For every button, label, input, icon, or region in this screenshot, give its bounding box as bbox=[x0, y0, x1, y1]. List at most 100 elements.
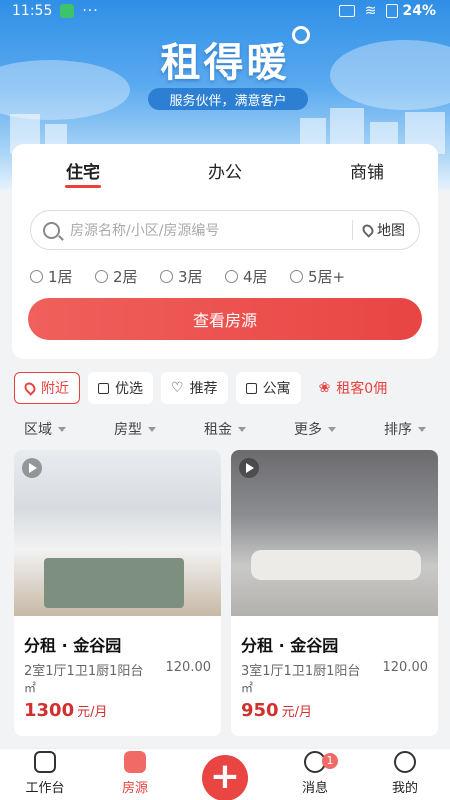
radio-icon bbox=[290, 270, 303, 283]
money-bag-icon: ❀ bbox=[318, 380, 331, 396]
chip-label: 附近 bbox=[41, 381, 69, 397]
listing-spec: 3室1厅1卫1厨1阳台 120.00 bbox=[241, 660, 428, 679]
nav-add: + bbox=[180, 749, 270, 800]
smiley-profile-icon bbox=[394, 751, 416, 773]
search-card: 住宅 办公 商铺 房源名称/小区/房源编号 地图 1居 2居 3居 4居 5居+… bbox=[12, 144, 438, 359]
status-time: 11:55 bbox=[12, 3, 53, 19]
nav-label: 消息 bbox=[301, 781, 328, 796]
room-option-2[interactable]: 2居 bbox=[95, 266, 160, 287]
caret-down-icon bbox=[418, 426, 426, 432]
room-option-1[interactable]: 1居 bbox=[30, 266, 95, 287]
listing-price: 1300 元/月 bbox=[24, 700, 108, 721]
listing-card[interactable]: 分租 · 金谷园 3室1厅1卫1厨1阳台 120.00 ㎡ 950 元/月 bbox=[231, 450, 438, 736]
filter-label: 更多 bbox=[294, 422, 322, 438]
room-option-label: 2居 bbox=[113, 268, 138, 286]
chip-label: 推荐 bbox=[189, 381, 218, 397]
filter-sort[interactable]: 排序 bbox=[360, 414, 450, 444]
room-option-label: 3居 bbox=[178, 268, 203, 286]
caret-down-icon bbox=[58, 426, 66, 432]
chip-nearby[interactable]: 附近 bbox=[14, 372, 80, 404]
filter-label: 排序 bbox=[384, 422, 412, 438]
tab-residential[interactable]: 住宅 bbox=[12, 144, 154, 190]
room-option-5plus[interactable]: 5居+ bbox=[290, 266, 355, 287]
map-label: 地图 bbox=[377, 223, 405, 239]
room-option-label: 4居 bbox=[243, 268, 268, 286]
listing-photo[interactable] bbox=[14, 450, 221, 616]
bottom-navigation: 工作台 房源 + 1 消息 我的 bbox=[0, 748, 450, 800]
search-bar[interactable]: 房源名称/小区/房源编号 地图 bbox=[30, 210, 420, 250]
radio-icon bbox=[160, 270, 173, 283]
listing-layout: 3室1厅1卫1厨1阳台 bbox=[241, 664, 361, 679]
sofa-illustration bbox=[251, 550, 421, 580]
map-button[interactable]: 地图 bbox=[360, 220, 405, 240]
quick-filter-chips: 附近 优选 ♡ 推荐 公寓 ❀ 租客0佣 bbox=[14, 371, 440, 405]
chip-recommended[interactable]: ♡ 推荐 bbox=[161, 372, 228, 404]
caret-down-icon bbox=[328, 426, 336, 432]
nav-profile[interactable]: 我的 bbox=[360, 749, 450, 800]
app-logo-title: 租得暖 bbox=[160, 40, 290, 86]
nav-listings[interactable]: 房源 bbox=[90, 749, 180, 800]
search-input[interactable]: 房源名称/小区/房源编号 bbox=[70, 220, 352, 240]
listing-photo[interactable] bbox=[231, 450, 438, 616]
property-type-tabs: 住宅 办公 商铺 bbox=[12, 144, 438, 190]
listing-area-unit: ㎡ bbox=[241, 681, 254, 695]
filter-rent[interactable]: 租金 bbox=[180, 414, 270, 444]
listing-title: 分租 · 金谷园 bbox=[241, 636, 339, 655]
room-option-label: 1居 bbox=[48, 268, 73, 286]
room-option-label: 5居+ bbox=[308, 268, 346, 286]
caret-down-icon bbox=[148, 426, 156, 432]
play-video-icon[interactable] bbox=[22, 458, 42, 478]
house-listing-icon bbox=[124, 751, 146, 773]
sun-icon bbox=[292, 26, 310, 44]
heart-icon: ♡ bbox=[171, 380, 184, 396]
battery-level: 24% bbox=[402, 3, 436, 19]
workbench-icon bbox=[34, 751, 56, 773]
plus-icon[interactable]: + bbox=[202, 755, 248, 800]
listing-spec: 2室1厅1卫1厨1阳台 120.00 bbox=[24, 660, 211, 679]
chip-label: 优选 bbox=[115, 381, 143, 397]
price-unit: 元/月 bbox=[77, 705, 108, 720]
chip-preferred[interactable]: 优选 bbox=[88, 372, 153, 404]
location-pin-icon bbox=[360, 222, 376, 238]
search-icon bbox=[43, 221, 60, 239]
filter-label: 租金 bbox=[204, 422, 232, 438]
price-unit: 元/月 bbox=[281, 705, 312, 720]
screen-icon bbox=[338, 5, 355, 17]
chip-apartment[interactable]: 公寓 bbox=[235, 372, 301, 404]
chip-label: 公寓 bbox=[262, 381, 291, 397]
listing-area: 120.00 bbox=[382, 660, 429, 675]
search-divider bbox=[352, 220, 353, 240]
shield-icon bbox=[60, 4, 75, 18]
status-more-dots: ··· bbox=[82, 3, 99, 19]
gift-icon bbox=[98, 382, 109, 394]
filter-more[interactable]: 更多 bbox=[270, 414, 360, 444]
nav-label: 工作台 bbox=[25, 781, 65, 796]
view-listings-button[interactable]: 查看房源 bbox=[28, 298, 422, 340]
filter-area[interactable]: 区域 bbox=[0, 414, 90, 444]
message-badge: 1 bbox=[322, 753, 338, 769]
battery-icon bbox=[386, 4, 399, 18]
caret-down-icon bbox=[238, 426, 246, 432]
filter-layout[interactable]: 房型 bbox=[90, 414, 180, 444]
radio-icon bbox=[95, 270, 108, 283]
nav-label: 房源 bbox=[121, 781, 148, 796]
price-value: 950 bbox=[241, 700, 279, 721]
chip-zero-commission[interactable]: ❀ 租客0佣 bbox=[309, 372, 398, 404]
building-icon bbox=[245, 382, 257, 394]
filter-label: 区域 bbox=[24, 422, 52, 438]
room-option-4[interactable]: 4居 bbox=[225, 266, 290, 287]
listing-card[interactable]: 分租 · 金谷园 2室1厅1卫1厨1阳台 120.00 ㎡ 1300 元/月 bbox=[14, 450, 221, 736]
filter-bar: 区域 房型 租金 更多 排序 bbox=[0, 414, 450, 444]
nav-messages[interactable]: 1 消息 bbox=[270, 749, 360, 800]
wifi-icon: ≋ bbox=[364, 3, 377, 19]
room-option-3[interactable]: 3居 bbox=[160, 266, 225, 287]
tab-shop[interactable]: 商铺 bbox=[296, 144, 438, 190]
listing-layout: 2室1厅1卫1厨1阳台 bbox=[24, 664, 144, 679]
tab-office[interactable]: 办公 bbox=[154, 144, 296, 190]
listing-area-unit: ㎡ bbox=[24, 681, 37, 695]
chip-label: 租客0佣 bbox=[336, 381, 388, 397]
room-count-options: 1居 2居 3居 4居 5居+ bbox=[30, 266, 355, 287]
nav-workbench[interactable]: 工作台 bbox=[0, 749, 90, 800]
price-value: 1300 bbox=[24, 700, 75, 721]
play-video-icon[interactable] bbox=[239, 458, 259, 478]
